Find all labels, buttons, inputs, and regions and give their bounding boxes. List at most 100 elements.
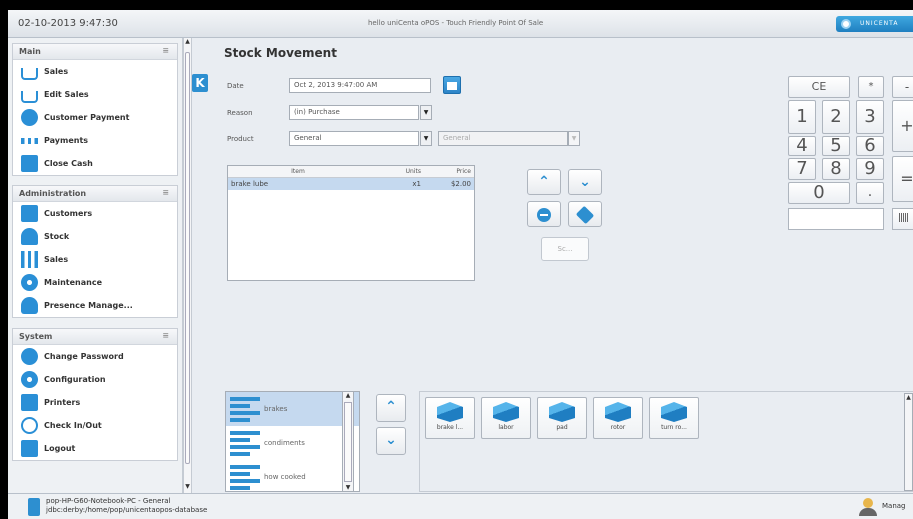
reason-label: Reason <box>227 109 253 117</box>
menu-item-label: Printers <box>44 398 81 407</box>
menu-item-check-in-out[interactable]: Check In/Out <box>13 414 177 437</box>
table-row[interactable]: brake lube x1 $2.00 <box>228 178 474 190</box>
keypad-7-button[interactable]: 7 <box>788 158 816 180</box>
keypad-plus-button[interactable]: + <box>892 100 913 152</box>
product-label: brake l... <box>436 424 464 431</box>
keypad-0-button[interactable]: 0 <box>788 182 850 204</box>
menu-item-logout[interactable]: Logout <box>13 437 177 460</box>
menu-item-close-cash[interactable]: Close Cash <box>13 152 177 175</box>
scrollbar-thumb[interactable] <box>344 402 352 482</box>
user-name[interactable]: Manag <box>882 502 906 510</box>
payments-icon <box>21 137 38 144</box>
menu-item-printers[interactable]: Printers <box>13 391 177 414</box>
product-label: labor <box>498 424 514 431</box>
product-button[interactable]: turn ro... <box>649 397 699 439</box>
sidebar-scrollbar[interactable]: ▲ ▼ <box>183 38 192 493</box>
sales-chart-icon <box>21 251 38 268</box>
date-field[interactable]: Oct 2, 2013 9:47:00 AM <box>289 78 431 93</box>
menu-item-label: Maintenance <box>44 278 103 287</box>
menu-item-configuration[interactable]: Configuration <box>13 368 177 391</box>
keypad-1-button[interactable]: 1 <box>788 100 816 134</box>
menu-item-customers[interactable]: Customers <box>13 202 177 225</box>
sc-button[interactable]: Sc... <box>541 237 589 261</box>
menu-item-change-password[interactable]: Change Password <box>13 345 177 368</box>
scrollbar-thumb[interactable] <box>185 52 190 464</box>
product-box-icon <box>605 402 631 422</box>
keypad-dot-button[interactable]: . <box>856 182 884 204</box>
menu-item-admin-sales[interactable]: Sales <box>13 248 177 271</box>
keypad-input[interactable] <box>788 208 884 230</box>
category-label: how cooked <box>264 473 306 481</box>
maintenance-icon <box>21 274 38 291</box>
scroll-down-icon[interactable]: ▼ <box>343 484 353 491</box>
category-up-button[interactable]: ⌃ <box>376 394 406 422</box>
menu-item-customer-payment[interactable]: Customer Payment <box>13 106 177 129</box>
move-down-button[interactable]: ⌄ <box>568 169 602 195</box>
menu-item-stock[interactable]: Stock <box>13 225 177 248</box>
chevron-down-icon: ▼ <box>568 131 580 146</box>
chevron-down-icon[interactable]: ▼ <box>420 131 432 146</box>
logo-mark-icon <box>841 19 851 29</box>
menu-item-edit-sales[interactable]: Edit Sales <box>13 83 177 106</box>
user-avatar-icon[interactable] <box>858 498 880 516</box>
menu-item-presence[interactable]: Presence Manage... <box>13 294 177 317</box>
move-up-button[interactable]: ⌃ <box>527 169 561 195</box>
menu-item-label: Sales <box>44 255 69 264</box>
category-icon <box>230 430 260 456</box>
product-button[interactable]: brake l... <box>425 397 475 439</box>
menu-item-maintenance[interactable]: Maintenance <box>13 271 177 294</box>
stock-lines-table: Item Units Price brake lube x1 $2.00 <box>227 165 475 281</box>
list-item[interactable]: condiments <box>226 426 359 460</box>
product-button[interactable]: pad <box>537 397 587 439</box>
cell-price: $2.00 <box>450 180 471 188</box>
collapse-icon[interactable]: ≡ <box>162 46 169 55</box>
scroll-down-icon[interactable]: ▼ <box>184 483 191 493</box>
keypad-8-button[interactable]: 8 <box>822 158 850 180</box>
menu-group-header[interactable]: Main ≡ <box>13 44 177 60</box>
keypad-2-button[interactable]: 2 <box>822 100 850 134</box>
keypad-ce-button[interactable]: CE <box>788 76 850 98</box>
scroll-up-icon[interactable]: ▲ <box>184 38 191 48</box>
chevron-down-icon[interactable]: ▼ <box>420 105 432 120</box>
product-select[interactable]: General <box>289 131 419 146</box>
product-button[interactable]: labor <box>481 397 531 439</box>
menu-item-label: Presence Manage... <box>44 301 133 310</box>
menu-group-title: Administration <box>19 189 87 198</box>
table-header: Item Units Price <box>228 166 474 178</box>
chevron-up-icon: ⌃ <box>538 174 550 190</box>
scroll-up-icon[interactable]: ▲ <box>343 392 353 399</box>
keypad-3-button[interactable]: 3 <box>856 100 884 134</box>
keypad-4-button[interactable]: 4 <box>788 136 816 156</box>
keypad-minus-button[interactable]: - <box>892 76 913 98</box>
product-button[interactable]: rotor <box>593 397 643 439</box>
menu-group-system: System ≡ Change Password Configuration Pr… <box>12 328 178 461</box>
k-button[interactable]: K <box>192 74 208 92</box>
collapse-icon[interactable]: ≡ <box>162 188 169 197</box>
keypad-equals-button[interactable]: = <box>892 156 913 202</box>
product-box-icon <box>493 402 519 422</box>
product-box-icon <box>549 402 575 422</box>
list-item[interactable]: brakes <box>226 392 359 426</box>
category-scrollbar[interactable]: ▲ ▼ <box>342 391 354 492</box>
remove-line-button[interactable] <box>527 201 561 227</box>
reason-select[interactable]: (in) Purchase <box>289 105 419 120</box>
keypad-multiply-button[interactable]: * <box>858 76 884 98</box>
keypad-6-button[interactable]: 6 <box>856 136 884 156</box>
key-icon <box>21 348 38 365</box>
chevron-down-icon: ⌄ <box>385 432 397 448</box>
calendar-icon[interactable] <box>443 76 461 94</box>
keypad-9-button[interactable]: 9 <box>856 158 884 180</box>
menu-group-header[interactable]: Administration ≡ <box>13 186 177 202</box>
menu-item-sales[interactable]: Sales <box>13 60 177 83</box>
menu-item-label: Logout <box>44 444 76 453</box>
menu-item-payments[interactable]: Payments <box>13 129 177 152</box>
list-item[interactable]: how cooked <box>226 460 359 491</box>
attributes-button[interactable] <box>568 201 602 227</box>
product-box-icon <box>661 402 687 422</box>
category-down-button[interactable]: ⌄ <box>376 427 406 455</box>
barcode-icon[interactable]: ||||| <box>892 208 913 230</box>
keypad-5-button[interactable]: 5 <box>822 136 850 156</box>
menu-group-header[interactable]: System ≡ <box>13 329 177 345</box>
collapse-icon[interactable]: ≡ <box>162 331 169 340</box>
product-scrollbar[interactable]: ▲ <box>904 393 913 491</box>
